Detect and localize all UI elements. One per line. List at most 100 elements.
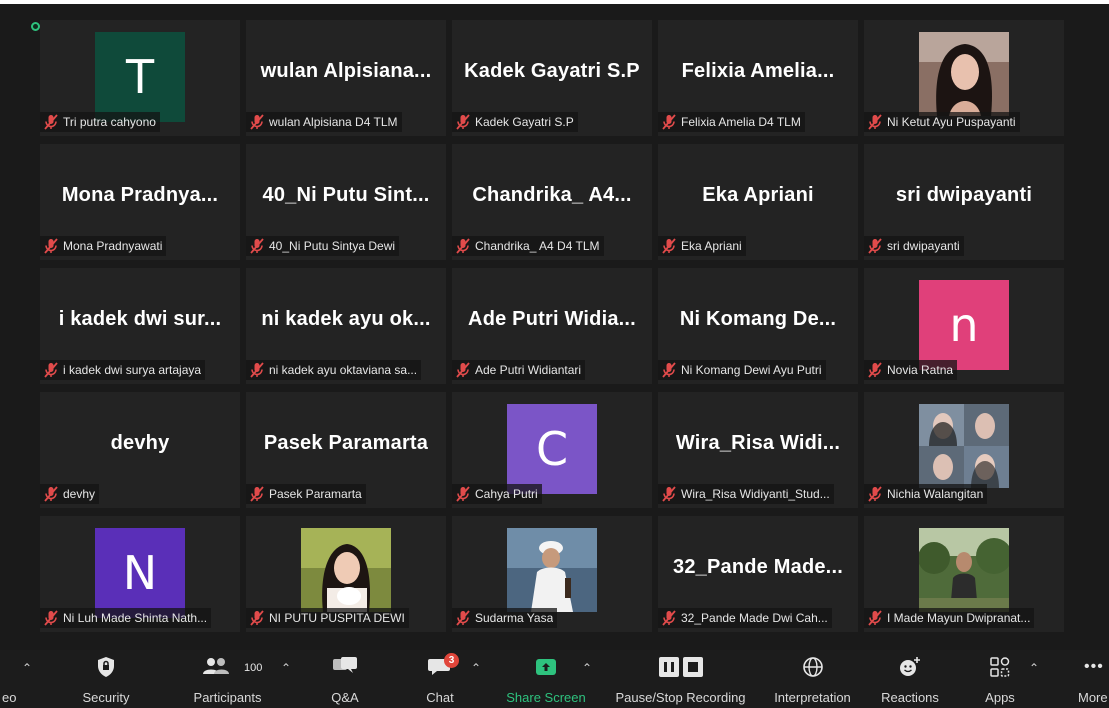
participant-video-frame: [918, 528, 1012, 612]
participant-name: sri dwipayanti: [887, 239, 960, 253]
participant-tile[interactable]: sri dwipayanti sri dwipayanti: [864, 144, 1064, 260]
muted-mic-icon: [662, 238, 676, 254]
muted-mic-icon: [250, 362, 264, 378]
participant-gallery: T Tri putra cahyono wulan Alpisiana... wula…: [40, 20, 1065, 640]
participant-name: Tri putra cahyono: [63, 115, 156, 129]
participant-tile[interactable]: C Cahya Putri: [452, 392, 652, 508]
participant-tile[interactable]: Chandrika_ A4... Chandrika_ A4 D4 TLM: [452, 144, 652, 260]
participant-tile[interactable]: wulan Alpisiana... wulan Alpisiana D4 TLM: [246, 20, 446, 136]
apps-caret[interactable]: ⌃: [1029, 661, 1039, 675]
qa-label: Q&A: [331, 690, 359, 705]
participant-name-bar: Mona Pradnyawati: [40, 236, 167, 256]
chat-button[interactable]: 3 ⌃ Chat: [415, 650, 481, 708]
muted-mic-icon: [662, 362, 676, 378]
participant-tile[interactable]: n Novia Ratna: [864, 268, 1064, 384]
muted-mic-icon: [456, 238, 470, 254]
muted-mic-icon: [662, 610, 676, 626]
participants-count: 100: [244, 662, 263, 674]
recording-label: Pause/Stop Recording: [615, 690, 746, 705]
participant-name-bar: 40_Ni Putu Sintya Dewi: [246, 236, 400, 256]
participant-tile[interactable]: Ni Komang De... Ni Komang Dewi Ayu Putri: [658, 268, 858, 384]
qa-button[interactable]: Q&A: [320, 650, 370, 708]
participant-name: 32_Pande Made Dwi Cah...: [681, 611, 828, 625]
participant-tile[interactable]: Sudarma Yasa: [452, 516, 652, 632]
security-button[interactable]: Security: [70, 650, 142, 708]
participant-tile[interactable]: Nichia Walangitan: [864, 392, 1064, 508]
share-screen-caret[interactable]: ⌃: [582, 661, 592, 675]
participants-label: Participants: [193, 690, 262, 705]
reactions-icon: [900, 657, 920, 676]
participant-tile[interactable]: 32_Pande Made... 32_Pande Made Dwi Cah...: [658, 516, 858, 632]
apps-icon: [990, 657, 1010, 677]
participant-display-name: wulan Alpisiana...: [260, 60, 432, 82]
participants-button[interactable]: 100 ⌃ Participants: [180, 650, 291, 708]
participant-tile[interactable]: Felixia Amelia... Felixia Amelia D4 TLM: [658, 20, 858, 136]
participant-name: wulan Alpisiana D4 TLM: [269, 115, 398, 129]
participant-tile[interactable]: Pasek Paramarta Pasek Paramarta: [246, 392, 446, 508]
participant-tile[interactable]: Wira_Risa Widi... Wira_Risa Widiyanti_Stu…: [658, 392, 858, 508]
participant-name-bar: Cahya Putri: [452, 484, 542, 504]
recording-button[interactable]: Pause/Stop Recording: [608, 650, 753, 708]
participant-tile[interactable]: Ade Putri Widia... Ade Putri Widiantari: [452, 268, 652, 384]
participant-display-name: Ni Komang De...: [679, 308, 837, 330]
participant-tile[interactable]: 40_Ni Putu Sint... 40_Ni Putu Sintya Dewi: [246, 144, 446, 260]
participant-display-name: Chandrika_ A4...: [472, 184, 632, 206]
participant-tile[interactable]: devhy devhy: [40, 392, 240, 508]
participant-tile[interactable]: Ni Ketut Ayu Puspayanti: [864, 20, 1064, 136]
participant-tile[interactable]: NI PUTU PUSPITA DEWI: [246, 516, 446, 632]
participant-name-bar: Ni Luh Made Shinta Nath...: [40, 608, 212, 628]
share-screen-button[interactable]: ⌃ Share Screen: [502, 650, 592, 708]
more-button[interactable]: ••• More: [1072, 650, 1109, 708]
apps-button[interactable]: ⌃ Apps: [975, 650, 1039, 708]
apps-label: Apps: [985, 690, 1015, 705]
chat-icon-wrap: 3: [428, 653, 459, 678]
participant-avatar: T: [95, 32, 185, 122]
participant-name-bar: Eka Apriani: [658, 236, 746, 256]
participant-video-frame: [919, 404, 1009, 488]
muted-mic-icon: [456, 486, 470, 502]
interpretation-label: Interpretation: [774, 690, 851, 705]
participant-name: Sudarma Yasa: [475, 611, 554, 625]
participant-tile[interactable]: ni kadek ayu ok... ni kadek ayu oktaviana…: [246, 268, 446, 384]
participant-name: Ni Luh Made Shinta Nath...: [63, 611, 208, 625]
muted-mic-icon: [868, 114, 882, 130]
participant-name: Nichia Walangitan: [887, 487, 984, 501]
video-control[interactable]: ⌃ eo: [0, 650, 32, 708]
participant-tile[interactable]: i kadek dwi sur... i kadek dwi surya arta…: [40, 268, 240, 384]
participant-name: i kadek dwi surya artajaya: [63, 363, 202, 377]
participant-tile[interactable]: Kadek Gayatri S.P Kadek Gayatri S.P: [452, 20, 652, 136]
reactions-button[interactable]: Reactions: [875, 650, 945, 708]
interpretation-button[interactable]: Interpretation: [765, 650, 860, 708]
muted-mic-icon: [250, 114, 264, 130]
participant-display-name: Felixia Amelia...: [681, 60, 835, 82]
participant-display-name: Mona Pradnya...: [61, 184, 219, 206]
participants-caret[interactable]: ⌃: [281, 661, 291, 675]
muted-mic-icon: [868, 238, 882, 254]
participant-tile[interactable]: Mona Pradnya... Mona Pradnyawati: [40, 144, 240, 260]
participant-name: Ni Komang Dewi Ayu Putri: [681, 363, 822, 377]
muted-mic-icon: [456, 610, 470, 626]
participant-name-bar: Ni Komang Dewi Ayu Putri: [658, 360, 826, 380]
muted-mic-icon: [44, 486, 58, 502]
muted-mic-icon: [456, 114, 470, 130]
participant-tile[interactable]: N Ni Luh Made Shinta Nath...: [40, 516, 240, 632]
participant-tile[interactable]: T Tri putra cahyono: [40, 20, 240, 136]
muted-mic-icon: [456, 362, 470, 378]
muted-mic-icon: [868, 362, 882, 378]
participant-name-bar: Wira_Risa Widiyanti_Stud...: [658, 484, 834, 504]
more-dots-icon: •••: [1084, 658, 1104, 675]
chat-label: Chat: [426, 690, 454, 705]
muted-mic-icon: [662, 486, 676, 502]
chat-unread-badge: 3: [444, 653, 459, 668]
participant-video-frame: [301, 528, 391, 612]
participant-name: Kadek Gayatri S.P: [475, 115, 574, 129]
participant-name-bar: NI PUTU PUSPITA DEWI: [246, 608, 409, 628]
chat-caret[interactable]: ⌃: [471, 661, 481, 675]
participant-tile[interactable]: I Made Mayun Dwipranat...: [864, 516, 1064, 632]
participant-tile[interactable]: Eka Apriani Eka Apriani: [658, 144, 858, 260]
video-options-caret[interactable]: ⌃: [22, 661, 32, 675]
reactions-label: Reactions: [881, 690, 939, 705]
participant-name: I Made Mayun Dwipranat...: [887, 611, 1031, 625]
participant-display-name: Wira_Risa Widi...: [675, 432, 841, 454]
participant-name-bar: Novia Ratna: [864, 360, 958, 380]
